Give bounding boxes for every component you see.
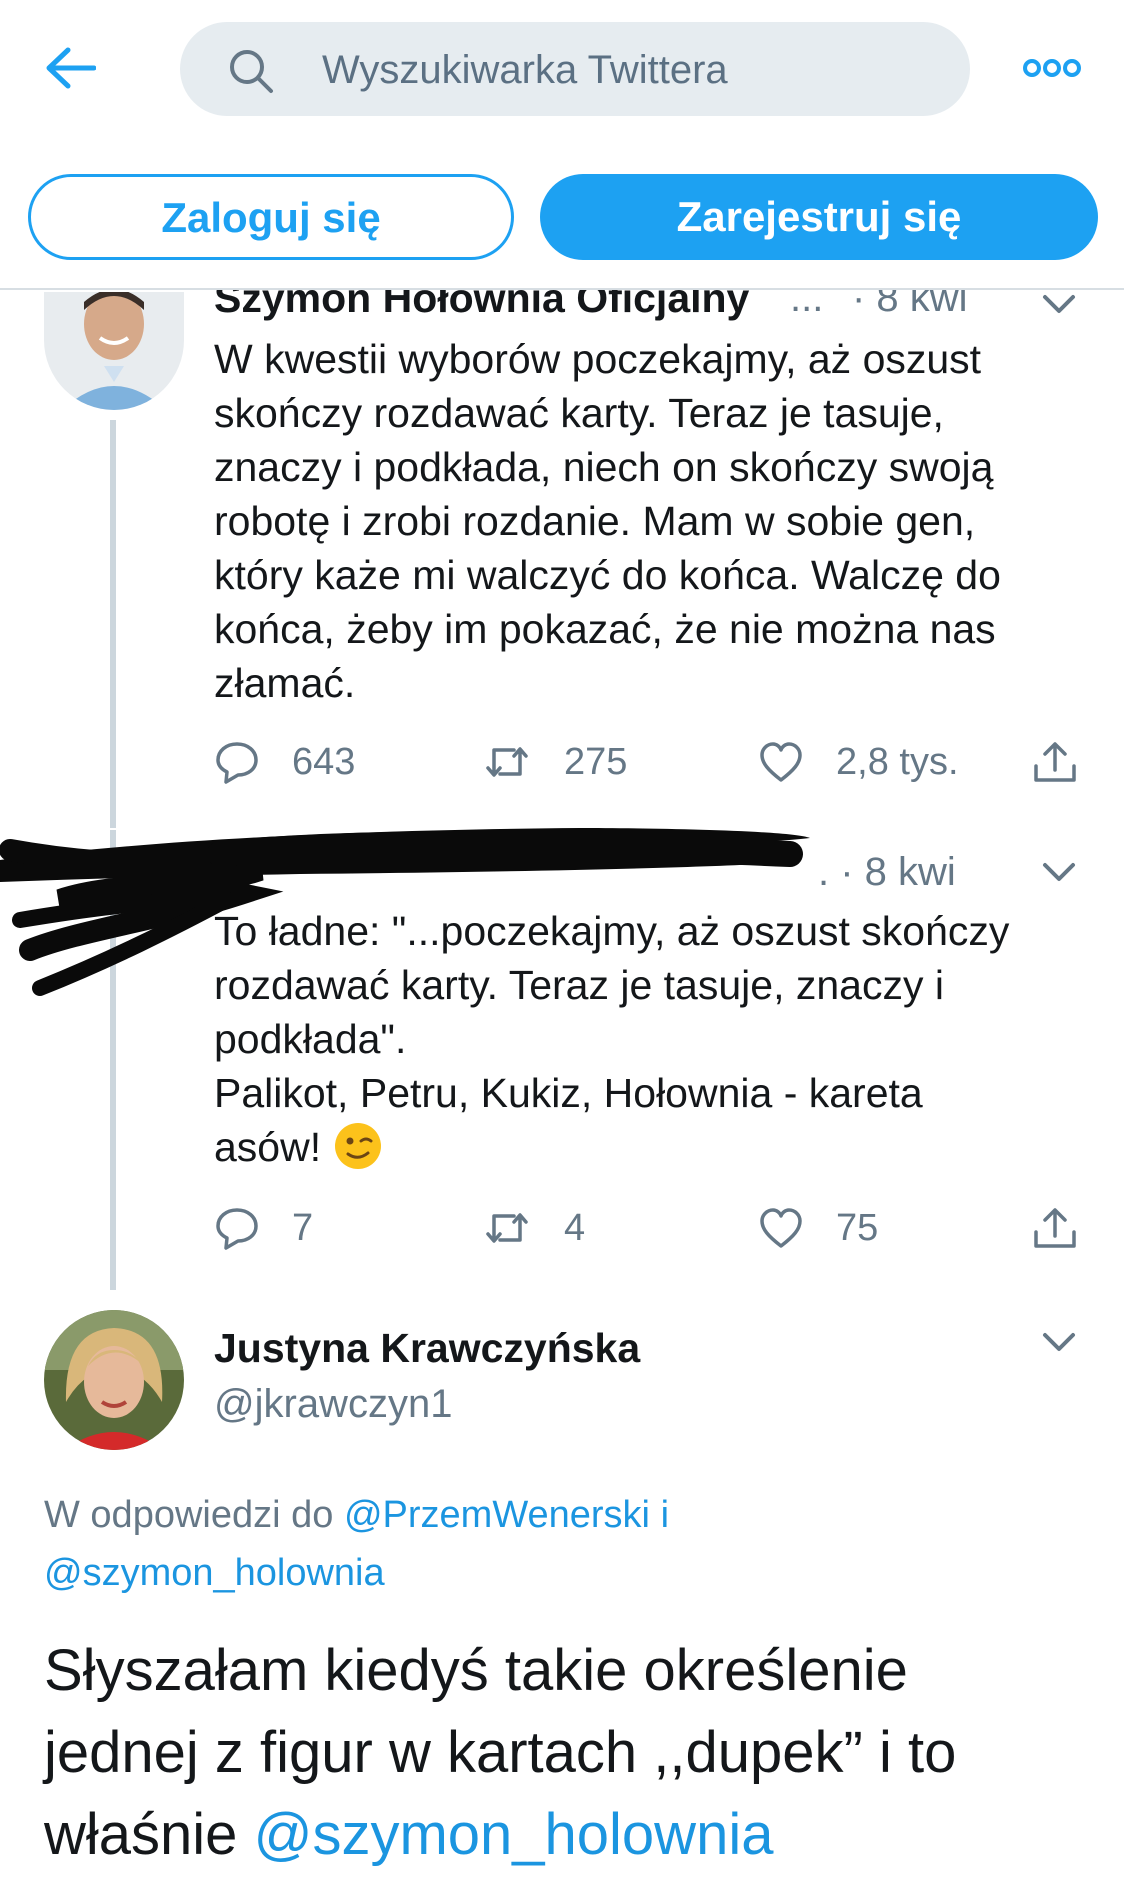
tweet-text-line: skończy rozdawać karty. Teraz je tasuje, (214, 390, 944, 436)
tweet-body: W kwestii wyborów poczekajmy, aż oszust … (214, 332, 1094, 710)
winking-emoji-icon (334, 1123, 381, 1169)
like-icon[interactable] (758, 740, 804, 784)
search-icon (230, 50, 273, 93)
tweet-text-line: jednej z figur w kartach ,,dupek” i to (44, 1720, 957, 1785)
retweet-count: 4 (564, 1207, 586, 1249)
tweet-date[interactable]: · 8 kwi (852, 290, 968, 320)
tweet-text-fragment: asów! (214, 1124, 322, 1170)
tweet-text-line: znaczy i podkłada, niech on skończy swoj… (214, 444, 994, 490)
mention-link[interactable]: @szymon_holownia (254, 1802, 774, 1867)
reply-icon[interactable] (214, 740, 260, 784)
chevron-down-icon[interactable] (1042, 294, 1076, 316)
retweet-icon[interactable] (484, 1206, 530, 1250)
like-count: 75 (836, 1207, 879, 1249)
share-icon[interactable] (1032, 1206, 1078, 1250)
retweet-icon[interactable] (484, 740, 530, 784)
like-count: 2,8 tys. (836, 741, 959, 783)
tweet-text-line: Słyszałam kiedyś takie określenie (44, 1638, 908, 1703)
search-placeholder: Wyszukiwarka Twittera (322, 48, 728, 92)
reply-and: i (660, 1494, 670, 1536)
tweet-handle[interactable]: @jkrawczyn1 (214, 1380, 452, 1428)
redaction-scribble (0, 828, 810, 996)
tweet-author[interactable]: Szymon Hołownia Oficjalny (214, 290, 749, 320)
avatar-photo-justyna (44, 1310, 184, 1450)
tweet-text-line: podkłada". (214, 1016, 407, 1062)
reply-count: 7 (292, 1207, 314, 1249)
tweet-text-fragment: właśnie (44, 1802, 238, 1867)
more-options-icon[interactable] (1022, 56, 1082, 80)
reply-prefix: W odpowiedzi do (44, 1494, 334, 1536)
reply-context: W odpowiedzi do @PrzemWenerski i @szymon… (44, 1486, 1084, 1602)
tweet-text-line: który każe mi walczyć do końca. Walczę d… (214, 552, 1001, 598)
avatar[interactable] (44, 1310, 184, 1450)
tweet-author[interactable]: Justyna Krawczyńska (214, 1326, 640, 1370)
thread-line (110, 420, 116, 828)
login-button[interactable]: Zaloguj się (28, 174, 514, 260)
signup-button[interactable]: Zarejestruj się (540, 174, 1098, 260)
retweet-count: 275 (564, 741, 628, 783)
mention-link[interactable]: @szymon_holownia (44, 1552, 385, 1594)
back-arrow-icon[interactable] (44, 46, 96, 90)
chevron-down-icon[interactable] (1042, 1332, 1076, 1354)
tweet-text-line: asów! (214, 1120, 1094, 1174)
tweet-text-line: końca, żeby im pokazać, że nie można nas (214, 606, 996, 652)
tweet-date[interactable]: . · 8 kwi (818, 850, 956, 894)
chevron-down-icon[interactable] (1042, 862, 1076, 884)
tweet-text-line: W kwestii wyborów poczekajmy, aż oszust (214, 336, 982, 382)
like-icon[interactable] (758, 1206, 804, 1250)
tweet-text-line: złamać. (214, 660, 356, 706)
share-icon[interactable] (1032, 740, 1078, 784)
reply-count: 643 (292, 741, 356, 783)
tweet-ellipsis: ... (790, 290, 824, 320)
main-tweet-body: Słyszałam kiedyś takie określenie jednej… (44, 1630, 1104, 1876)
reply-icon[interactable] (214, 1206, 260, 1250)
tweet-text-line: właśnie @szymon_holownia (44, 1794, 1104, 1876)
tweet-text-line: robotę i zrobi rozdanie. Mam w sobie gen… (214, 498, 976, 544)
tweet-text-line: Palikot, Petru, Kukiz, Hołownia - kareta (214, 1070, 923, 1116)
mention-link[interactable]: @PrzemWenerski (344, 1494, 650, 1536)
